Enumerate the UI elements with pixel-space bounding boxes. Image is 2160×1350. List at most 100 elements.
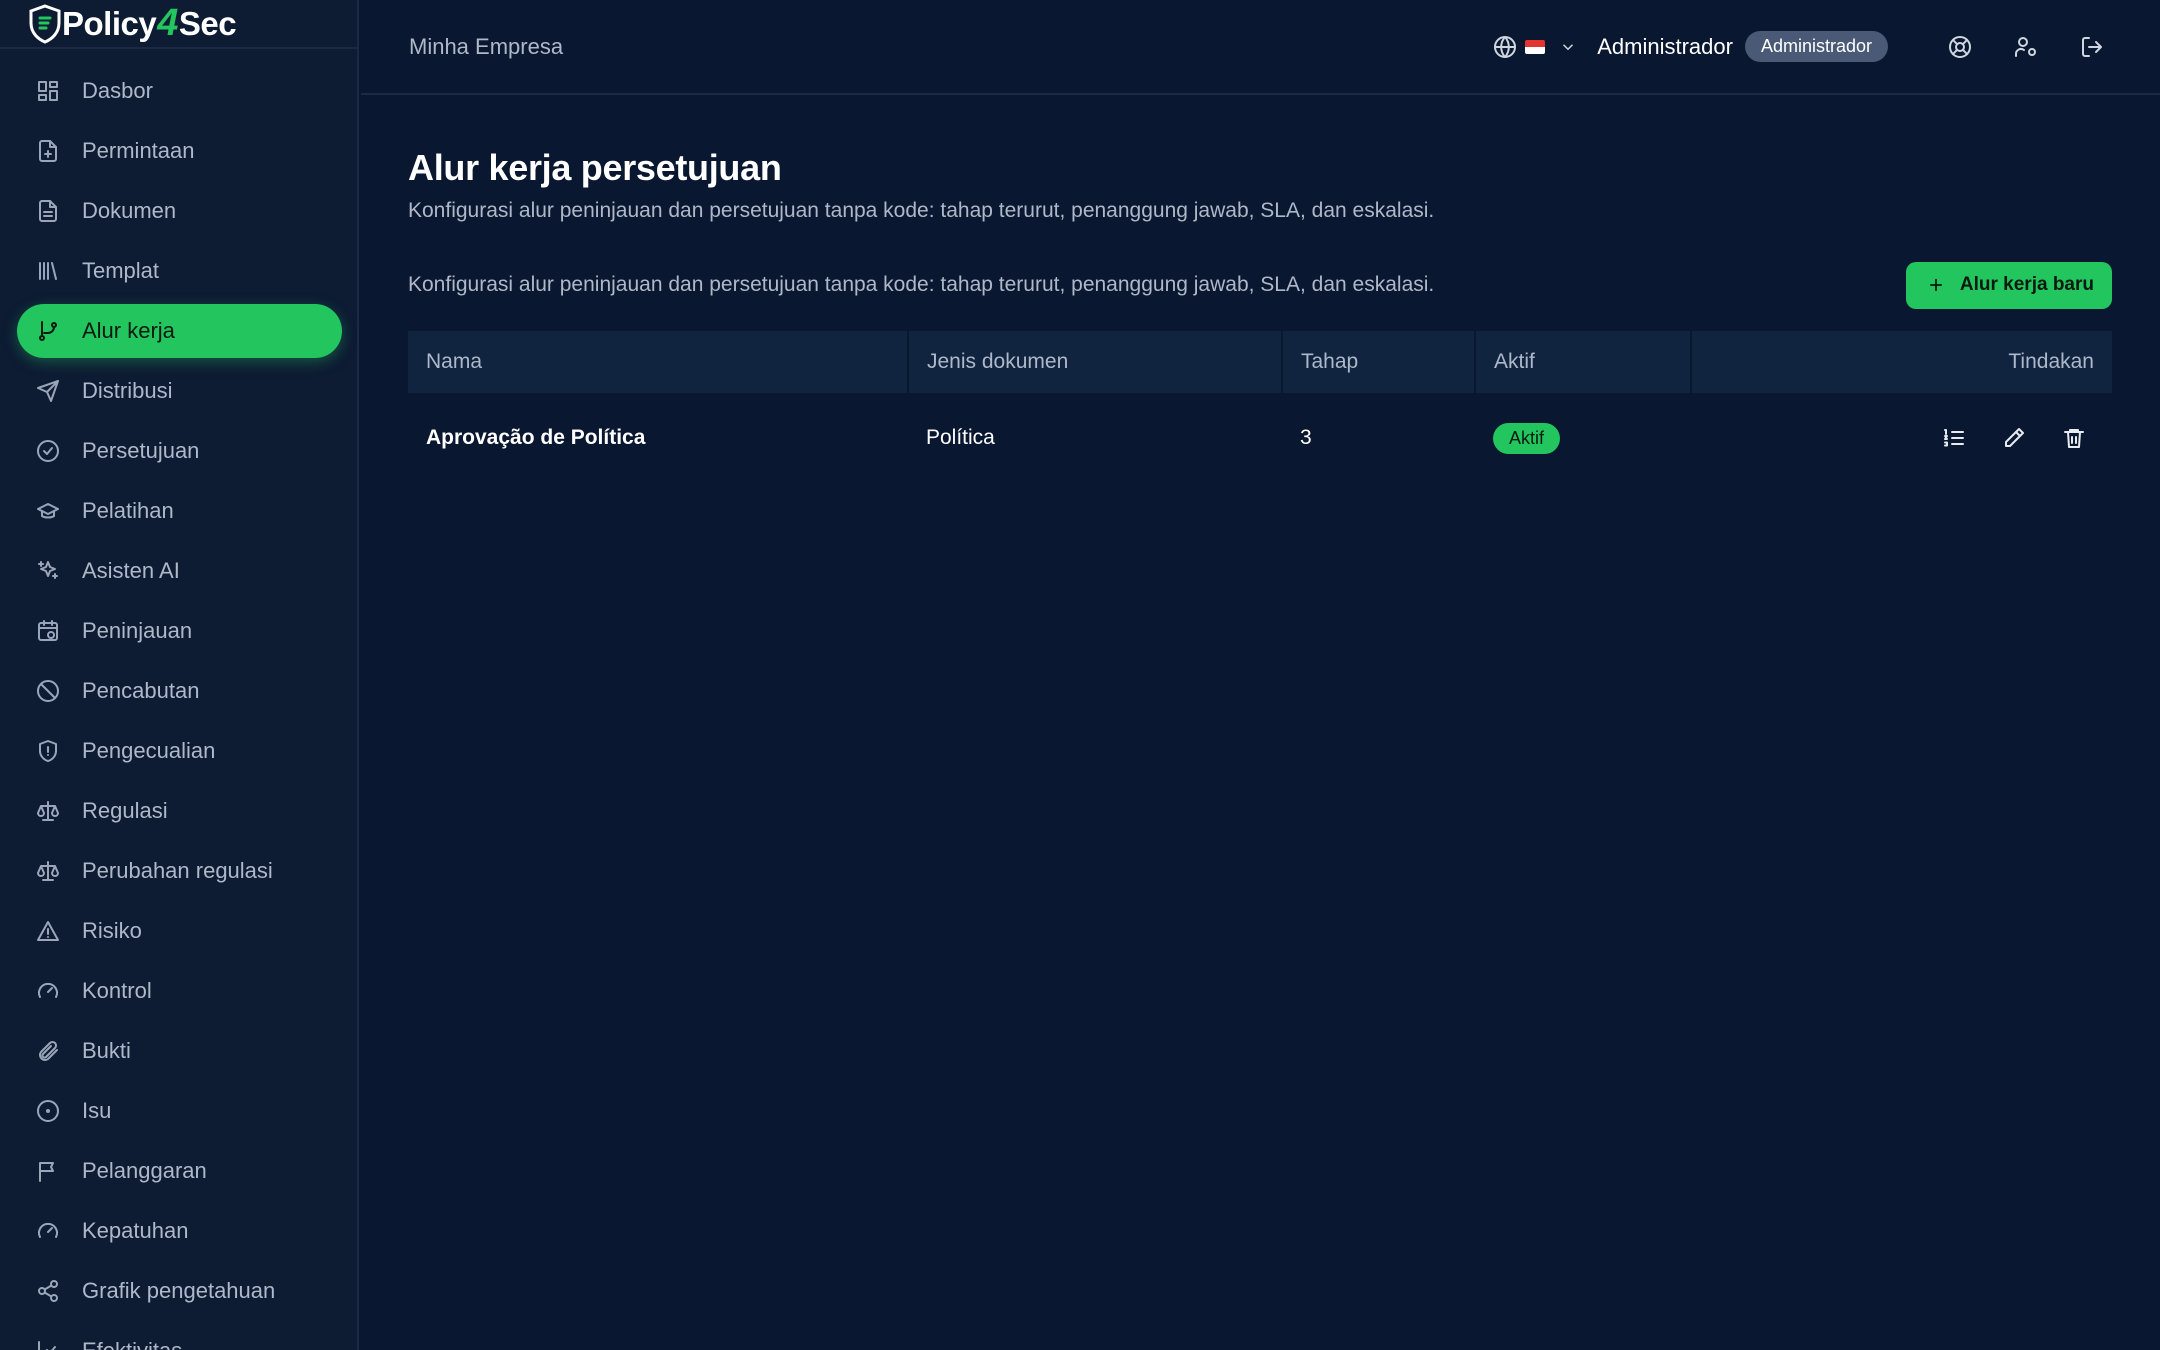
brand-logo[interactable]: Policy 4 Sec xyxy=(0,0,357,49)
page-subtitle: Konfigurasi alur peninjauan dan persetuj… xyxy=(408,199,1435,222)
library-icon xyxy=(36,259,60,283)
role-badge: Administrador xyxy=(1744,31,1888,62)
sidebar-item-label: Dokumen xyxy=(82,198,177,223)
dashboard-icon xyxy=(36,79,60,103)
sidebar-item-distribusi[interactable]: Distribusi xyxy=(17,364,342,418)
workflow-doc-type: Política xyxy=(926,426,995,449)
brand-name-part3: Sec xyxy=(178,4,237,42)
sidebar-item-pengecualian[interactable]: Pengecualian xyxy=(17,724,342,778)
user-cog-icon xyxy=(2015,36,2036,57)
sidebar-item-label: Pengecualian xyxy=(82,738,216,763)
sidebar-item-kepatuhan[interactable]: Kepatuhan xyxy=(17,1204,342,1258)
sidebar-item-asisten-ai[interactable]: Asisten AI xyxy=(17,544,342,598)
sidebar-item-label: Risiko xyxy=(82,918,142,943)
workflow-table: Nama Jenis dokumen Tahap Aktif Tindakan … xyxy=(408,331,2112,483)
logout-button[interactable] xyxy=(2072,27,2112,67)
gauge-icon xyxy=(36,1219,60,1243)
sidebar-item-label: Perubahan regulasi xyxy=(82,858,273,883)
status-badge: Aktif xyxy=(1493,422,1561,454)
main-content: Alur kerja persetujuan Konfigurasi alur … xyxy=(408,95,2112,483)
sidebar-item-templat[interactable]: Templat xyxy=(17,244,342,298)
sidebar-item-label: Bukti xyxy=(82,1038,131,1063)
app-root: Policy 4 Sec Dasbor Permintaan Dokumen Templa… xyxy=(0,0,2160,1350)
new-workflow-label: Alur kerja baru xyxy=(1959,274,2094,295)
file-plus-icon xyxy=(36,139,60,163)
flag-icon xyxy=(36,1159,60,1183)
organization-name[interactable]: Minha Empresa xyxy=(409,34,563,60)
view-stages-button[interactable] xyxy=(1934,418,1974,458)
sidebar-item-dokumen[interactable]: Dokumen xyxy=(17,184,342,238)
sidebar-item-peninjauan[interactable]: Peninjauan xyxy=(17,604,342,658)
workflow-actions-cell xyxy=(1691,393,2112,483)
sidebar-item-label: Grafik pengetahuan xyxy=(82,1278,276,1303)
sidebar-item-pelanggaran[interactable]: Pelanggaran xyxy=(17,1144,342,1198)
column-header-active[interactable]: Aktif xyxy=(1475,331,1692,393)
sidebar-item-label: Pencabutan xyxy=(82,678,200,703)
plus-icon xyxy=(1930,279,1942,291)
sidebar-item-label: Dasbor xyxy=(82,78,153,103)
page-description: Konfigurasi alur peninjauan dan persetuj… xyxy=(408,273,1435,296)
gauge-icon xyxy=(36,979,60,1003)
sidebar-item-permintaan[interactable]: Permintaan xyxy=(17,124,342,178)
sidebar-item-label: Efektivitas xyxy=(82,1338,182,1350)
paperclip-icon xyxy=(36,1039,60,1063)
git-branch-icon xyxy=(36,319,60,343)
sidebar-item-alur-kerja[interactable]: Alur kerja xyxy=(17,304,342,358)
delete-button[interactable] xyxy=(2054,418,2094,458)
sidebar-item-label: Regulasi xyxy=(82,798,168,823)
sidebar-item-pencabutan[interactable]: Pencabutan xyxy=(17,664,342,718)
graduation-cap-icon xyxy=(36,499,60,523)
check-circle-icon xyxy=(36,439,60,463)
indonesia-flag-icon xyxy=(1525,39,1546,54)
sidebar-item-label: Permintaan xyxy=(82,138,195,163)
document-icon xyxy=(36,199,60,223)
share-nodes-icon xyxy=(36,1279,60,1303)
table-row[interactable]: Aprovação de Política Política 3 Aktif xyxy=(408,393,2112,483)
scale-icon xyxy=(36,799,60,823)
ban-icon xyxy=(36,679,60,703)
sidebar-item-label: Kepatuhan xyxy=(82,1218,189,1243)
sidebar-item-perubahan-regulasi[interactable]: Perubahan regulasi xyxy=(17,844,342,898)
sidebar-item-kontrol[interactable]: Kontrol xyxy=(17,964,342,1018)
sidebar-item-label: Asisten AI xyxy=(82,558,180,583)
sidebar-item-grafik-pengetahuan[interactable]: Grafik pengetahuan xyxy=(17,1264,342,1318)
sidebar-item-label: Isu xyxy=(82,1098,112,1123)
sidebar-item-label: Pelatihan xyxy=(82,498,174,523)
column-header-stages[interactable]: Tahap xyxy=(1282,331,1476,393)
life-buoy-icon xyxy=(1949,35,1971,58)
column-header-name[interactable]: Nama xyxy=(408,331,909,393)
sidebar-item-efektivitas[interactable]: Efektivitas xyxy=(17,1324,342,1350)
edit-button[interactable] xyxy=(1994,418,2034,458)
shield-alert-icon xyxy=(36,739,60,763)
send-icon xyxy=(36,379,60,403)
sidebar-item-persetujuan[interactable]: Persetujuan xyxy=(17,424,342,478)
chevron-down-icon xyxy=(1563,43,1574,50)
dot-circle-icon xyxy=(36,1099,60,1123)
language-selector[interactable] xyxy=(1493,35,1577,59)
sidebar-nav: Dasbor Permintaan Dokumen Templat Alur kerja… xyxy=(0,64,357,1350)
workflow-name: Aprovação de Política xyxy=(426,426,646,449)
sidebar-item-pelatihan[interactable]: Pelatihan xyxy=(17,484,342,538)
help-button[interactable] xyxy=(1940,27,1980,67)
column-header-doc-type[interactable]: Jenis dokumen xyxy=(908,331,1283,393)
table-header: Nama Jenis dokumen Tahap Aktif Tindakan xyxy=(408,331,2112,393)
alert-triangle-icon xyxy=(36,919,60,943)
new-workflow-button[interactable]: Alur kerja baru xyxy=(1905,261,2112,309)
sidebar-item-regulasi[interactable]: Regulasi xyxy=(17,784,342,838)
sidebar-item-label: Pelanggaran xyxy=(82,1158,207,1183)
topbar-right: Administrador Administrador xyxy=(1493,27,2112,67)
pencil-icon xyxy=(2005,428,2024,447)
list-ordered-icon xyxy=(1944,429,1964,447)
sparkles-icon xyxy=(36,559,60,583)
workflow-status-cell: Aktif xyxy=(1475,393,1691,483)
sidebar-item-isu[interactable]: Isu xyxy=(17,1084,342,1138)
brand-name-part1: Policy xyxy=(62,4,157,42)
sidebar-item-label: Alur kerja xyxy=(82,318,175,343)
sidebar-item-bukti[interactable]: Bukti xyxy=(17,1024,342,1078)
sidebar-item-label: Templat xyxy=(82,258,160,283)
topbar: Minha Empresa Administrador Administrado… xyxy=(361,0,2160,95)
page-title: Alur kerja persetujuan xyxy=(408,147,782,188)
user-settings-button[interactable] xyxy=(2006,27,2046,67)
sidebar-item-risiko[interactable]: Risiko xyxy=(17,904,342,958)
sidebar-item-dasbor[interactable]: Dasbor xyxy=(17,64,342,118)
